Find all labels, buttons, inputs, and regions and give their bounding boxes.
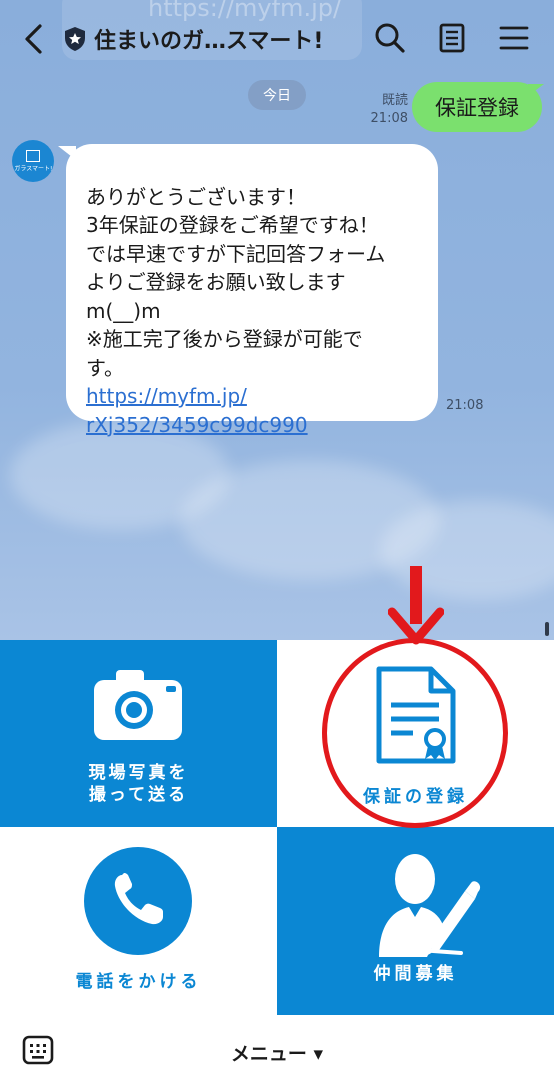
outgoing-time: 21:08 [370, 111, 408, 126]
phone-call-tile[interactable]: 電話をかける [0, 827, 277, 1015]
menu-footer: メニュー ▾ [0, 1015, 554, 1080]
outgoing-meta: 既読 21:08 [364, 92, 408, 128]
incoming-time: 21:08 [446, 398, 484, 413]
date-separator: 今日 [248, 80, 306, 110]
person-pen-icon [379, 854, 481, 957]
incoming-message-body: ありがとうございます！ 3年保証の登録をご希望ですね！ では早速ですが下記回答フ… [86, 154, 426, 468]
ghost-link-text: https://myfm.jp/ [148, 0, 342, 22]
chat-header: https://myfm.jp/ 住まいのガ…スマート! [0, 0, 554, 78]
outgoing-message[interactable]: 保証登録 [412, 82, 542, 132]
notes-icon[interactable] [434, 20, 470, 56]
recruit-tile[interactable]: 仲間募集 [277, 827, 554, 1015]
avatar-logo-text: ガラスマート! [13, 164, 53, 172]
form-link[interactable]: https://myfm.jp/ rXj352/3459c99dc990 [86, 382, 426, 439]
menu-toggle-button[interactable]: メニュー ▾ [0, 1039, 554, 1066]
menu-icon[interactable] [496, 20, 532, 56]
phone-call-label: 電話をかける [75, 972, 202, 992]
phone-icon [84, 847, 192, 955]
outgoing-message-text: 保証登録 [435, 96, 519, 120]
read-receipt: 既読 [381, 93, 408, 108]
shield-icon [65, 27, 85, 51]
back-icon[interactable] [18, 22, 50, 56]
incoming-message-text: ありがとうございます！ 3年保証の登録をご希望ですね！ では早速ですが下記回答フ… [86, 184, 386, 380]
chat-title: 住まいのガ…スマート! [94, 29, 324, 54]
chat-title-area[interactable]: 住まいのガ…スマート! [62, 20, 323, 58]
bot-avatar[interactable]: ガラスマート! [12, 140, 54, 182]
annotation-circle [322, 638, 508, 828]
camera-icon [94, 670, 182, 740]
photo-upload-tile[interactable]: 現場写真を 撮って送る [0, 640, 277, 827]
logo-mark-icon [26, 149, 40, 162]
photo-upload-label: 現場写真を 撮って送る [88, 763, 189, 805]
recruit-label: 仲間募集 [373, 964, 458, 984]
scrollbar[interactable] [545, 622, 549, 636]
incoming-message: ありがとうございます！ 3年保証の登録をご希望ですね！ では早速ですが下記回答フ… [66, 144, 438, 437]
search-icon[interactable] [372, 20, 408, 56]
